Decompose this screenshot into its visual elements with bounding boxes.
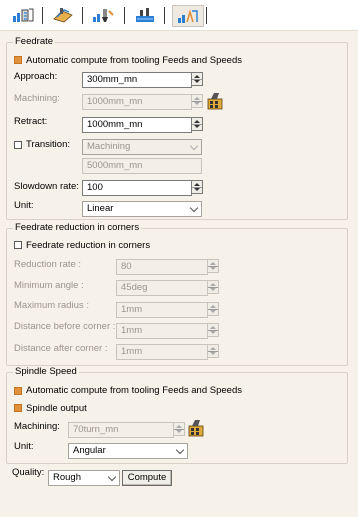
spindle-unit-value: Angular — [73, 445, 106, 456]
transition-select-value: Machining — [87, 141, 131, 152]
minimum-angle-label: Minimum angle : — [14, 280, 84, 291]
chevron-down-icon — [189, 141, 199, 151]
spindle-output-checkbox[interactable] — [14, 404, 22, 412]
tab-strategy[interactable] — [8, 5, 38, 25]
retract-field[interactable]: 1000mm_mn — [82, 117, 192, 133]
distance-after-corner-spinner — [207, 344, 219, 358]
tool-speeds-icon[interactable] — [187, 419, 205, 437]
strategy-tab-icon — [13, 8, 34, 22]
machining-feed-label: Machining: — [14, 93, 60, 104]
feed-unit-select[interactable]: Linear — [82, 201, 202, 217]
toolbar-separator — [206, 7, 207, 24]
distance-before-corner-label: Distance before corner : — [14, 321, 116, 332]
transition-label: Transition: — [26, 139, 70, 150]
spindle-auto-compute-label: Automatic compute from tooling Feeds and… — [26, 385, 242, 396]
retract-spinner[interactable] — [191, 117, 203, 131]
feedrate-auto-compute-label: Automatic compute from tooling Feeds and… — [26, 55, 242, 66]
minimum-angle-spinner — [207, 280, 219, 294]
corners-reduction-checkbox[interactable] — [14, 241, 22, 249]
tool-feeds-icon[interactable] — [206, 92, 224, 110]
feed-unit-label: Unit: — [14, 200, 34, 211]
toolbar-separator — [42, 7, 43, 24]
quality-select[interactable]: Rough — [48, 470, 120, 486]
compute-button[interactable]: Compute — [122, 470, 172, 486]
toolbar-separator — [82, 7, 83, 24]
feeds-speeds-tab-icon — [136, 8, 154, 22]
quality-value: Rough — [53, 472, 81, 483]
reduction-rate-spinner — [207, 259, 219, 273]
chevron-down-icon — [189, 203, 199, 213]
minimum-angle-field: 45deg — [116, 280, 208, 296]
distance-after-corner-field: 1mm — [116, 344, 208, 360]
corners-group-title: Feedrate reduction in corners — [13, 222, 142, 233]
toolbar-separator — [124, 7, 125, 24]
spindle-machining-field: 70turn_mn — [68, 422, 174, 438]
feedrate-auto-compute-checkbox[interactable] — [14, 56, 22, 64]
toolbar-separator — [164, 7, 165, 24]
spindle-output-label: Spindle output — [26, 403, 87, 414]
tab-macros[interactable] — [172, 5, 204, 27]
spindle-machining-label: Machining: — [14, 421, 60, 432]
chevron-down-icon — [175, 445, 185, 455]
corners-reduction-label: Feedrate reduction in corners — [26, 240, 151, 251]
transition-feed-field: 5000mm_mn — [82, 158, 202, 174]
chevron-down-icon — [107, 472, 117, 482]
reduction-rate-label: Reduction rate : — [14, 259, 82, 270]
geometry-tab-icon — [53, 8, 73, 23]
reduction-rate-field: 80 — [116, 259, 208, 275]
spindle-group-title: Spindle Speed — [13, 366, 79, 377]
distance-before-corner-field: 1mm — [116, 323, 208, 339]
tab-geometry[interactable] — [48, 5, 78, 25]
approach-label: Approach: — [14, 71, 58, 82]
tab-toolbar — [0, 0, 358, 31]
distance-before-corner-spinner — [207, 323, 219, 337]
spindle-unit-label: Unit: — [14, 441, 34, 452]
spindle-unit-select[interactable]: Angular — [68, 443, 188, 459]
machining-feed-field: 1000mm_mn — [82, 94, 192, 110]
tab-tool[interactable] — [88, 5, 118, 25]
feedrate-group-title: Feedrate — [13, 36, 56, 47]
slowdown-rate-field[interactable]: 100 — [82, 180, 192, 196]
feed-unit-value: Linear — [87, 203, 114, 214]
spindle-auto-compute-checkbox[interactable] — [14, 387, 22, 395]
transition-checkbox[interactable] — [14, 141, 22, 149]
spindle-machining-spinner — [173, 422, 185, 436]
slowdown-rate-spinner[interactable] — [191, 180, 203, 194]
quality-label: Quality: — [12, 467, 45, 478]
distance-after-corner-label: Distance after corner : — [14, 343, 108, 354]
approach-field[interactable]: 300mm_mn — [82, 72, 192, 88]
slowdown-rate-label: Slowdown rate: — [14, 181, 79, 192]
tool-tab-icon — [93, 9, 114, 22]
maximum-radius-field: 1mm — [116, 302, 208, 318]
maximum-radius-spinner — [207, 302, 219, 316]
transition-select: Machining — [82, 139, 202, 155]
machining-feed-spinner — [191, 94, 203, 108]
macros-tab-icon — [178, 9, 198, 23]
retract-label: Retract: — [14, 116, 48, 127]
approach-spinner[interactable] — [191, 72, 203, 86]
maximum-radius-label: Maximum radius : — [14, 300, 89, 311]
tab-feeds-speeds[interactable] — [130, 5, 160, 25]
